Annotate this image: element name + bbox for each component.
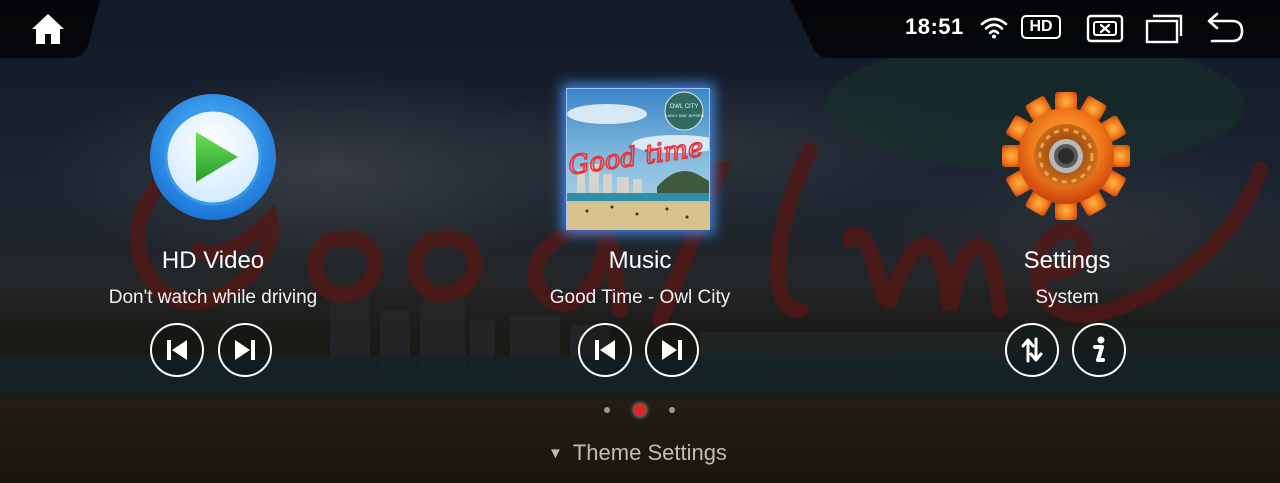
skip-next-icon: [235, 340, 255, 360]
theme-settings-label: Theme Settings: [572, 440, 727, 465]
skip-previous-icon: [595, 340, 615, 360]
video-next-button[interactable]: [218, 323, 272, 377]
wifi-icon: [980, 17, 1008, 39]
page-indicator: [600, 403, 680, 417]
album-art[interactable]: OWL CITY CARLY RAE JEPSEN Good time: [566, 88, 710, 230]
clock: 18:51: [905, 14, 964, 39]
album-badge-line1: OWL CITY: [670, 104, 699, 110]
music-prev-button[interactable]: [578, 323, 632, 377]
music-title: Music: [608, 247, 672, 274]
settings-subtitle: System: [1035, 287, 1099, 308]
music-subtitle: Good Time - Owl City: [549, 287, 731, 308]
page-dot-active[interactable]: [634, 404, 646, 416]
video-subtitle: Don't watch while driving: [108, 287, 318, 308]
album-badge-line2: CARLY RAE JEPSEN: [665, 113, 704, 118]
sort-icon: [1021, 337, 1043, 363]
settings-title: Settings: [1023, 247, 1111, 274]
hd-badge: HD: [1021, 15, 1061, 39]
page-dot[interactable]: [604, 407, 610, 413]
close-window-icon[interactable]: [1086, 12, 1126, 44]
video-prev-button[interactable]: [150, 323, 204, 377]
settings-info-button[interactable]: [1072, 323, 1126, 377]
multi-window-icon[interactable]: [1145, 12, 1185, 44]
skip-previous-icon: [167, 340, 187, 360]
gear-icon[interactable]: [1000, 90, 1132, 222]
skip-next-icon: [662, 340, 682, 360]
page-dot[interactable]: [669, 407, 675, 413]
video-title: HD Video: [161, 247, 265, 274]
theme-settings-button[interactable]: ▼ Theme Settings: [548, 440, 727, 466]
info-icon: [1093, 336, 1105, 362]
music-next-button[interactable]: [645, 323, 699, 377]
video-app-icon[interactable]: [148, 92, 278, 222]
home-icon: [32, 14, 64, 44]
settings-sort-button[interactable]: [1005, 323, 1059, 377]
triangle-down-icon: ▼: [548, 445, 563, 462]
back-icon[interactable]: [1206, 12, 1246, 44]
home-button[interactable]: [28, 11, 68, 47]
